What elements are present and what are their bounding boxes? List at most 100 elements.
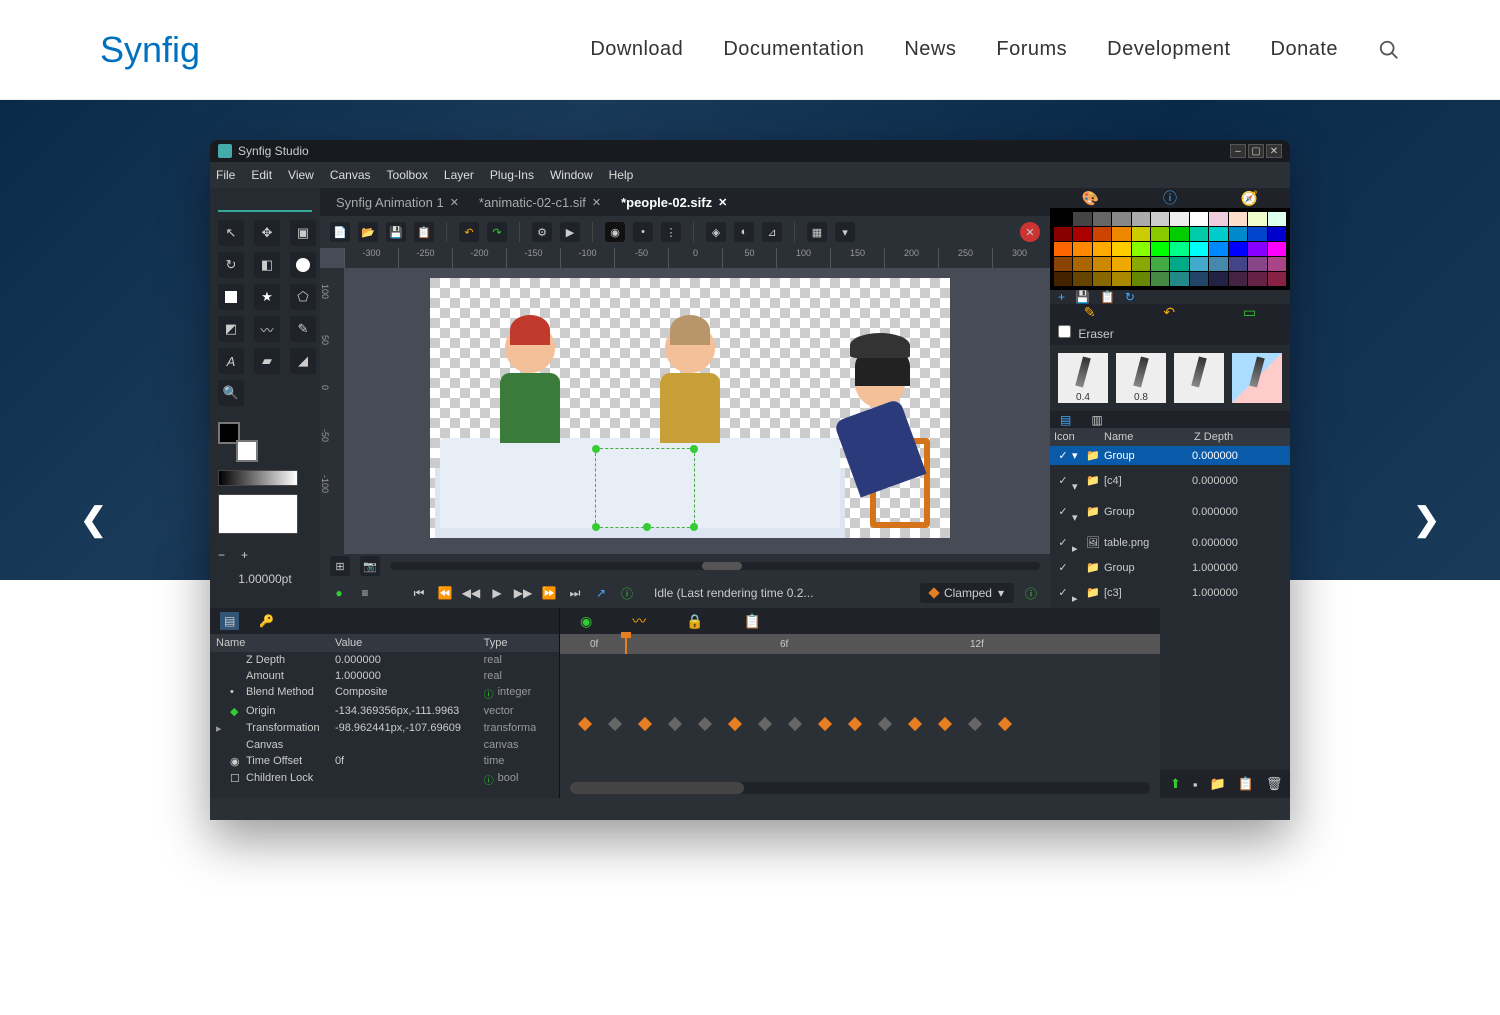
param-row[interactable]: ◉Time Offset0ftime: [210, 753, 559, 770]
keyframe-lock-icon[interactable]: ⓘ: [1022, 584, 1040, 602]
brush-tab-icon[interactable]: ✎: [1084, 304, 1096, 321]
param-row[interactable]: Canvascanvas: [210, 737, 559, 753]
palette-color[interactable]: [1268, 212, 1286, 226]
param-row[interactable]: •Blend MethodCompositeⓘinteger: [210, 684, 559, 703]
palette-color[interactable]: [1054, 227, 1072, 241]
tool-gradient[interactable]: ◩: [218, 316, 244, 342]
eraser-checkbox[interactable]: [1058, 325, 1071, 338]
close-icon[interactable]: ✕: [450, 196, 459, 209]
palette-color[interactable]: [1151, 212, 1169, 226]
palette-color[interactable]: [1248, 257, 1266, 271]
render-icon[interactable]: ⚙: [532, 222, 552, 242]
palette-color[interactable]: [1190, 242, 1208, 256]
tool-rotate[interactable]: ↻: [218, 252, 244, 278]
more-icon[interactable]: ▾: [835, 222, 855, 242]
layer-row[interactable]: ✓▾📁Group0.000000: [1050, 446, 1290, 465]
palette-color[interactable]: [1132, 272, 1150, 286]
menu-edit[interactable]: Edit: [251, 168, 272, 182]
show-grid-icon[interactable]: ▦: [807, 222, 827, 242]
palette-color[interactable]: [1229, 212, 1247, 226]
tool-star[interactable]: [254, 284, 280, 310]
undo-icon[interactable]: ↶: [459, 222, 479, 242]
layer-row[interactable]: ✓▾📁Group0.000000: [1050, 496, 1290, 527]
tool-scale[interactable]: ▣: [290, 220, 316, 246]
snap-icon[interactable]: ◈: [706, 222, 726, 242]
onion-future-icon[interactable]: ⋮: [661, 222, 681, 242]
palette-color[interactable]: [1151, 227, 1169, 241]
redo-icon[interactable]: ↷: [487, 222, 507, 242]
seek-next-icon[interactable]: ▶▶: [514, 584, 532, 602]
palette-color[interactable]: [1229, 242, 1247, 256]
keyframe-track[interactable]: [580, 714, 1150, 734]
nav-forums[interactable]: Forums: [996, 38, 1067, 61]
param-row[interactable]: ☐Children Lockⓘbool: [210, 770, 559, 789]
onion-past-icon[interactable]: •: [633, 222, 653, 242]
palette-color[interactable]: [1190, 257, 1208, 271]
palette-add-icon[interactable]: +: [1058, 290, 1065, 304]
tool-transform[interactable]: ↖: [218, 220, 244, 246]
guides-icon[interactable]: ◐: [734, 222, 754, 242]
layer-lower-icon[interactable]: 📁: [1210, 776, 1226, 792]
canvas[interactable]: -300-250-200-150-100-5005010015020025030…: [320, 248, 1050, 554]
brush-preset-1[interactable]: 0.4: [1058, 353, 1108, 403]
palette-color[interactable]: [1054, 257, 1072, 271]
nav-news[interactable]: News: [904, 38, 956, 61]
timeline-ruler[interactable]: 0f 6f 12f: [560, 634, 1160, 654]
palette-load-icon[interactable]: 📋: [1100, 290, 1115, 304]
tool-zoom[interactable]: 🔍: [218, 380, 244, 406]
palette-color[interactable]: [1268, 257, 1286, 271]
snapshot-icon[interactable]: 📷: [360, 556, 380, 576]
doc-tab-1[interactable]: Synfig Animation 1✕: [336, 195, 459, 210]
palette-color[interactable]: [1268, 272, 1286, 286]
tool-circle[interactable]: [290, 252, 316, 278]
layer-delete-icon[interactable]: 🗑: [1266, 776, 1283, 792]
palette-color[interactable]: [1190, 272, 1208, 286]
nav-download[interactable]: Download: [590, 38, 683, 61]
window-close[interactable]: ✕: [1266, 144, 1282, 158]
params-tab-icon[interactable]: ▤: [220, 612, 239, 630]
param-row[interactable]: ◆Origin-134.369356px,-111.9963vector: [210, 703, 559, 720]
palette-color[interactable]: [1190, 227, 1208, 241]
curves-tab-icon[interactable]: 〰: [632, 611, 646, 631]
layer-raise-icon[interactable]: ▪: [1193, 777, 1198, 792]
panel-navigator-icon[interactable]: 🧭: [1241, 190, 1258, 207]
palette-color[interactable]: [1151, 272, 1169, 286]
history-tab-icon[interactable]: ↶: [1163, 304, 1175, 321]
palette-color[interactable]: [1073, 242, 1091, 256]
playhead[interactable]: [625, 634, 627, 654]
animate-mode-icon[interactable]: ⓘ: [618, 584, 636, 602]
menu-view[interactable]: View: [288, 168, 314, 182]
palette-color[interactable]: [1248, 242, 1266, 256]
timeline-icon[interactable]: ≡: [356, 584, 374, 602]
carousel-next[interactable]: ❯: [1413, 500, 1440, 538]
selection-box[interactable]: [595, 448, 695, 528]
keyframes-tab-icon[interactable]: 🔑: [259, 614, 274, 628]
palette-color[interactable]: [1151, 257, 1169, 271]
record-icon[interactable]: ●: [330, 584, 348, 602]
palette-color[interactable]: [1132, 212, 1150, 226]
brush-preset-4[interactable]: [1232, 353, 1282, 403]
window-maximize[interactable]: ▢: [1248, 144, 1264, 158]
palette-color[interactable]: [1209, 272, 1227, 286]
nav-development[interactable]: Development: [1107, 38, 1230, 61]
gradient-preview[interactable]: [218, 470, 298, 486]
palette-color[interactable]: [1209, 212, 1227, 226]
palette-color[interactable]: [1112, 242, 1130, 256]
layer-row[interactable]: ✓▾📁[c4]0.000000: [1050, 465, 1290, 496]
tool-spline[interactable]: 〰: [254, 316, 280, 342]
tool-mirror[interactable]: ◧: [254, 252, 280, 278]
palette-color[interactable]: [1170, 242, 1188, 256]
palette-color[interactable]: [1054, 272, 1072, 286]
grid-icon[interactable]: ⊿: [762, 222, 782, 242]
palette-color[interactable]: [1209, 242, 1227, 256]
palette-color[interactable]: [1093, 242, 1111, 256]
menu-plugins[interactable]: Plug-Ins: [490, 168, 534, 182]
close-red-icon[interactable]: ✕: [1020, 222, 1040, 242]
palette-color[interactable]: [1229, 272, 1247, 286]
layer-row[interactable]: ✓📁Group1.000000: [1050, 558, 1290, 577]
window-minimize[interactable]: –: [1230, 144, 1246, 158]
palette-color[interactable]: [1170, 257, 1188, 271]
library-tab-icon[interactable]: 📋: [744, 613, 761, 630]
site-brand[interactable]: Synfig: [100, 29, 200, 71]
palette-color[interactable]: [1054, 212, 1072, 226]
